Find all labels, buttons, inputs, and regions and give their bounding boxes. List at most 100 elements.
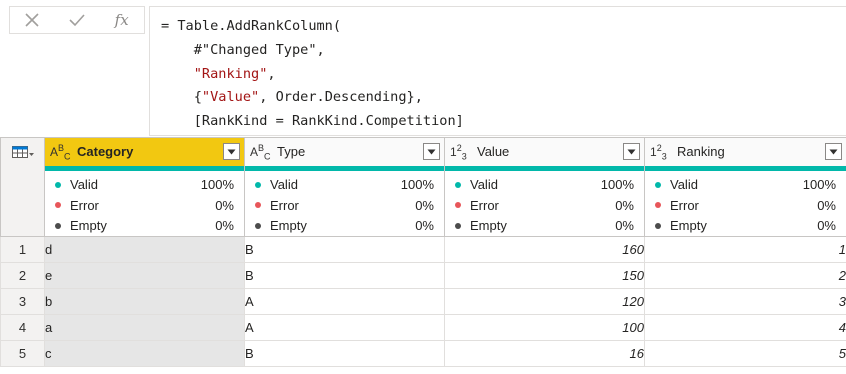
table-cell[interactable]: 4 [644,314,846,341]
column-header-type[interactable]: ABC Type [244,137,445,166]
whole-number-type-icon[interactable]: 123 [650,143,677,161]
quality-list: Valid 100% Error 0% Empty 0% [445,171,644,237]
quality-valid: Valid 100% [655,175,836,196]
table-cell[interactable]: B [244,236,445,263]
quality-label: Error [670,197,699,213]
row-number[interactable]: 3 [0,288,45,315]
formula-editor[interactable]: = Table.AddRankColumn( #"Changed Type", … [149,6,846,136]
column-name: Type [277,144,306,160]
table-cell[interactable]: 120 [444,288,645,315]
table-row: 5 c B 16 5 [0,340,846,367]
column-header-value[interactable]: 123 Value [444,137,645,166]
commit-button[interactable] [55,7,100,33]
column-name: Value [477,144,510,160]
empty-dot-icon [655,222,661,229]
column-name: Category [77,144,134,160]
table-cell[interactable]: A [244,288,445,315]
valid-dot-icon [55,181,61,188]
table-cell[interactable]: 16 [444,340,645,367]
row-number[interactable]: 5 [0,340,45,367]
error-dot-icon [455,202,461,209]
table-cell[interactable]: 1 [644,236,846,263]
column-name: Ranking [677,144,725,160]
table-row: 2 e B 150 2 [0,262,846,289]
cancel-button[interactable] [10,7,55,33]
quality-percent: 0% [817,218,836,234]
text-type-icon[interactable]: ABC [250,143,277,161]
quality-error: Error 0% [55,195,234,216]
quality-empty: Empty 0% [655,216,836,237]
table-cell[interactable]: B [244,340,445,367]
column-header-content: 123 Ranking [645,138,846,165]
column-filter-button[interactable] [423,143,440,161]
error-dot-icon [655,202,661,209]
table-cell[interactable]: e [44,262,245,289]
quality-label: Valid [70,177,98,193]
column-header-category[interactable]: ABC Category [44,137,245,166]
valid-dot-icon [455,181,461,188]
header-row: ABC Category ABC Type 123 Value 123 Ranking [0,137,846,166]
chevron-down-icon [829,149,838,155]
chevron-down-icon [627,149,636,155]
quality-error: Error 0% [255,195,434,216]
table-cell[interactable]: 5 [644,340,846,367]
whole-number-type-icon[interactable]: 123 [450,143,477,161]
empty-dot-icon [455,222,461,229]
quality-label: Error [270,197,299,213]
formula-token: #"Changed Type", [161,41,325,58]
quality-valid: Valid 100% [255,175,434,196]
text-type-icon[interactable]: ABC [50,143,77,161]
fx-icon: fx [114,11,129,29]
chevron-down-icon [427,149,436,155]
column-header-ranking[interactable]: 123 Ranking [644,137,846,166]
quality-label: Empty [270,218,307,234]
table-cell[interactable]: d [44,236,245,263]
quality-percent: 100% [802,177,836,193]
row-number[interactable]: 1 [0,236,45,263]
quality-percent: 0% [817,197,836,213]
quality-corner [0,170,45,237]
table-cell[interactable]: b [44,288,245,315]
quality-label: Error [70,197,99,213]
row-number[interactable]: 4 [0,314,45,341]
quality-percent: 0% [615,197,634,213]
column-filter-button[interactable] [223,143,240,161]
quality-list: Valid 100% Error 0% Empty 0% [645,171,846,237]
chevron-down-icon [227,149,236,155]
column-filter-button[interactable] [825,143,842,161]
column-header-content: 123 Value [445,138,644,165]
quality-label: Valid [670,177,698,193]
quality-percent: 0% [215,197,234,213]
row-number[interactable]: 2 [0,262,45,289]
formula-string: "Ranking" [193,65,268,82]
table-cell[interactable]: A [244,314,445,341]
table-cell[interactable]: 2 [644,262,846,289]
table-cell[interactable]: a [44,314,245,341]
column-filter-button[interactable] [623,143,640,161]
formula-line: [RankKind = RankKind.Competition] [161,110,846,134]
formula-token: , [267,65,276,82]
fx-button[interactable]: fx [99,7,144,33]
quality-label: Valid [470,177,498,193]
table-cell[interactable]: B [244,262,445,289]
column-quality-summary: Valid 100% Error 0% Empty 0% [644,170,846,237]
quality-percent: 0% [615,218,634,234]
formula-token: { [161,89,202,106]
quality-label: Empty [70,218,107,234]
valid-dot-icon [655,181,661,188]
table-cell[interactable]: 150 [444,262,645,289]
quality-list: Valid 100% Error 0% Empty 0% [45,171,244,237]
formula-line: #"Changed Type", [161,39,846,63]
column-quality-row: Valid 100% Error 0% Empty 0% Valid 100% Error 0% E… [0,170,846,237]
table-menu-button[interactable] [0,137,45,166]
table-cell[interactable]: 160 [444,236,645,263]
formula-text: = Table.AddRankColumn( #"Changed Type", … [150,7,846,135]
empty-dot-icon [255,222,261,229]
table-cell[interactable]: c [44,340,245,367]
error-dot-icon [55,202,61,209]
table-cell[interactable]: 100 [444,314,645,341]
column-header-content: ABC Category [45,138,244,165]
table-row: 1 d B 160 1 [0,236,846,263]
table-cell[interactable]: 3 [644,288,846,315]
empty-dot-icon [55,222,61,229]
